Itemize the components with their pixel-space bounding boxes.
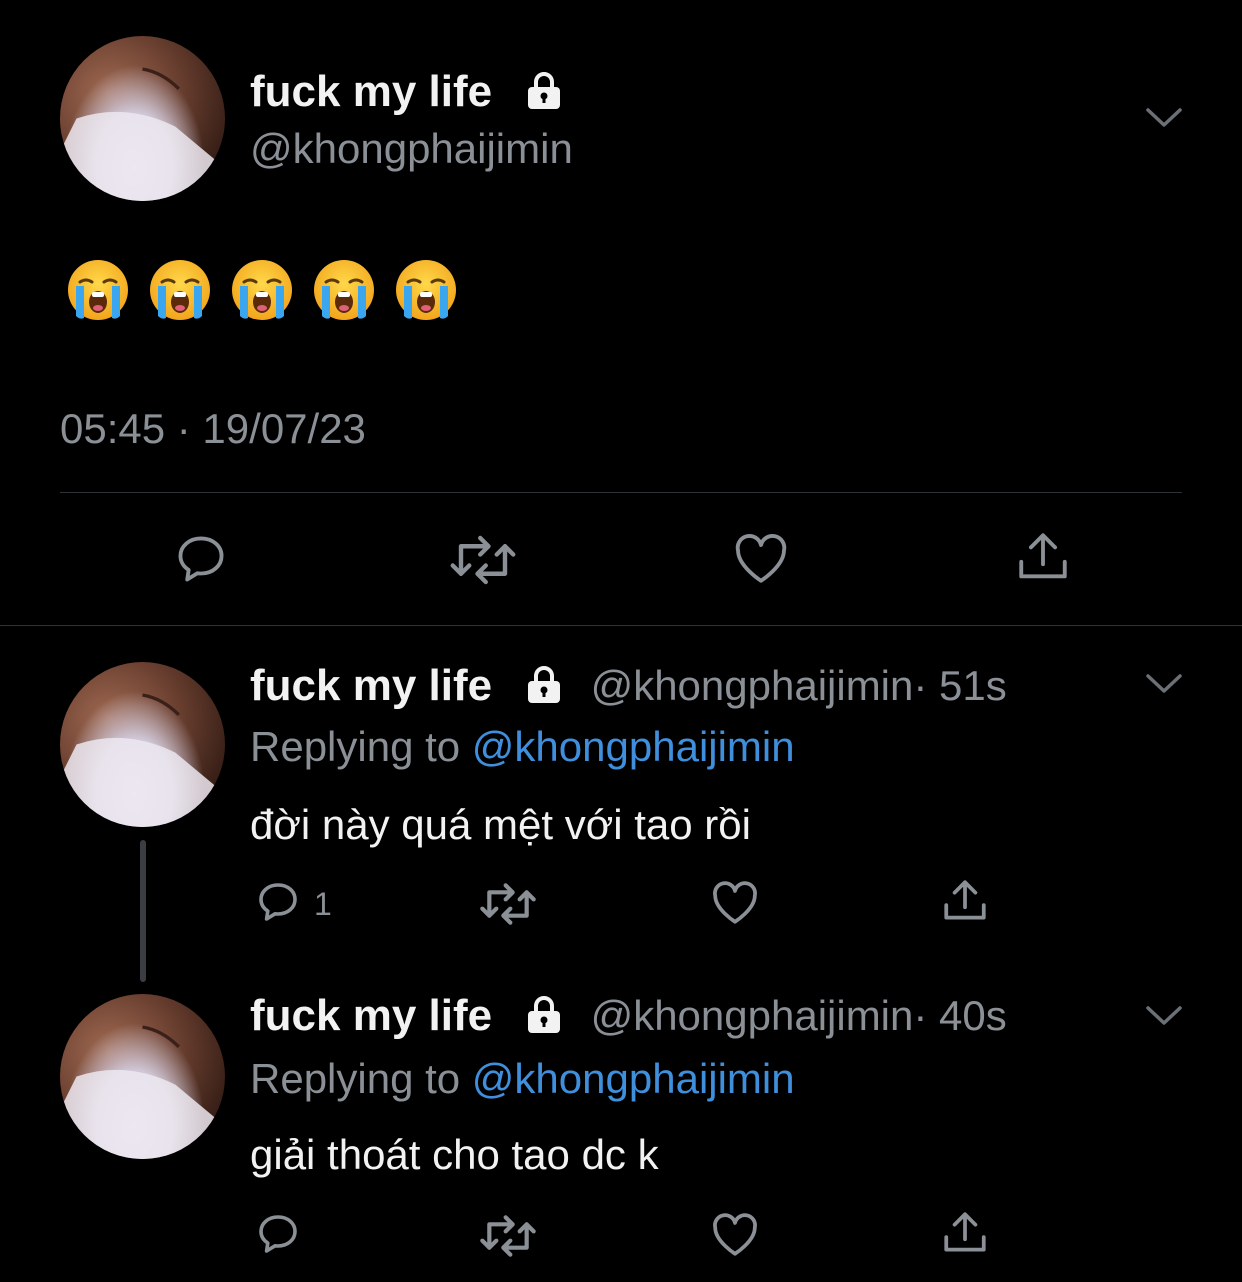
retweet-icon[interactable] <box>450 532 516 588</box>
divider <box>60 492 1182 493</box>
replying-to-label: Replying to <box>250 1055 461 1102</box>
reply-icon[interactable] <box>172 530 230 588</box>
lock-icon <box>528 72 561 110</box>
avatar[interactable] <box>60 662 225 827</box>
like-icon[interactable] <box>732 532 790 586</box>
reply-header: fuck my life @khongphaijimin· 40s <box>250 990 1007 1042</box>
time-ago: · 40s <box>913 992 1007 1039</box>
handle[interactable]: @khongphaijimin <box>250 124 573 174</box>
reply-header: fuck my life @khongphaijimin· 51s <box>250 660 1007 712</box>
chevron-down-icon[interactable] <box>1144 104 1184 137</box>
share-icon[interactable] <box>940 1208 990 1258</box>
avatar-photo <box>60 1025 225 1159</box>
section-divider <box>0 625 1242 626</box>
replying-to: Replying to @khongphaijimin <box>250 1054 795 1104</box>
display-name[interactable]: fuck my life <box>250 661 492 710</box>
replying-to-handle-link[interactable]: @khongphaijimin <box>472 723 795 770</box>
loudly-crying-face-icon <box>150 260 210 320</box>
reply-count: 1 <box>314 886 332 922</box>
avatar-photo <box>60 693 225 827</box>
thread-line <box>140 840 146 982</box>
share-icon[interactable] <box>940 876 990 926</box>
avatar-photo <box>60 67 225 201</box>
reply-icon[interactable] <box>254 878 302 926</box>
loudly-crying-face-icon <box>232 260 292 320</box>
lock-icon <box>528 666 561 704</box>
replying-to: Replying to @khongphaijimin <box>250 722 795 772</box>
share-icon[interactable] <box>1014 528 1072 586</box>
reply-icon[interactable] <box>254 1210 302 1258</box>
like-icon[interactable] <box>710 1212 760 1258</box>
loudly-crying-face-icon <box>314 260 374 320</box>
replying-to-handle-link[interactable]: @khongphaijimin <box>472 1055 795 1102</box>
avatar[interactable] <box>60 36 225 201</box>
loudly-crying-face-icon <box>396 260 456 320</box>
display-name-text: fuck my life <box>250 67 493 116</box>
display-name[interactable]: fuck my life <box>250 991 492 1040</box>
tweet-text: giải thoát cho tao dc k <box>250 1131 659 1178</box>
chevron-down-icon[interactable] <box>1144 670 1184 703</box>
avatar[interactable] <box>60 994 225 1159</box>
retweet-icon[interactable] <box>480 1212 536 1260</box>
display-name[interactable]: fuck my life <box>250 66 566 118</box>
time-ago: · 51s <box>913 662 1007 709</box>
retweet-icon[interactable] <box>480 880 536 928</box>
handle[interactable]: @khongphaijimin <box>591 992 914 1039</box>
handle[interactable]: @khongphaijimin <box>591 662 914 709</box>
loudly-crying-face-icon <box>68 260 128 320</box>
lock-icon <box>528 996 561 1034</box>
replying-to-label: Replying to <box>250 723 461 770</box>
like-icon[interactable] <box>710 880 760 926</box>
chevron-down-icon[interactable] <box>1144 1002 1184 1035</box>
timestamp: 05:45 · 19/07/23 <box>60 405 366 452</box>
tweet-body <box>66 258 458 322</box>
tweet-text: đời này quá mệt với tao rồi <box>250 801 751 848</box>
